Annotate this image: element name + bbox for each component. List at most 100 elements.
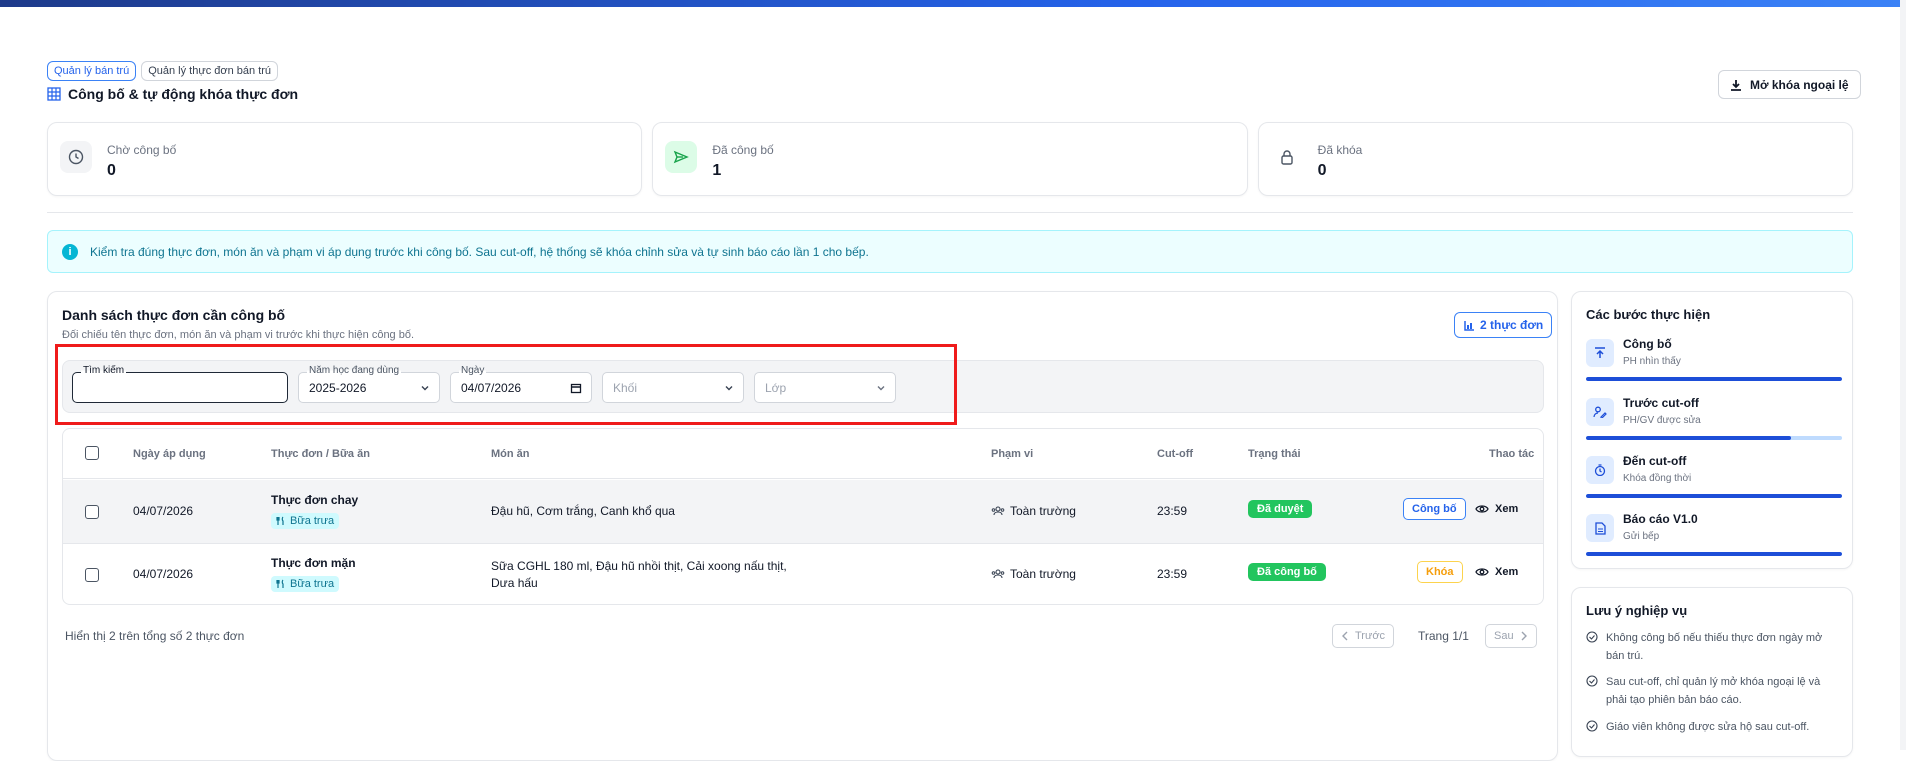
table-header: Ngày áp dụng Thực đơn / Bữa ăn Món ăn Ph… xyxy=(63,429,1543,479)
document-icon xyxy=(1586,514,1614,542)
table-row[interactable]: 04/07/2026 Thực đơn chay Bữa trưa Đậu hũ… xyxy=(63,480,1543,543)
column-header-cutoff[interactable]: Cut-off xyxy=(1157,448,1193,460)
step-name: Báo cáo V1.0 xyxy=(1623,512,1698,526)
row-actions: Công bố xyxy=(1403,498,1466,520)
row-checkbox[interactable] xyxy=(85,505,99,519)
row-cutoff: 23:59 xyxy=(1157,567,1188,581)
date-value: 04/07/2026 xyxy=(461,380,522,395)
clock-icon xyxy=(60,141,92,173)
upload-icon xyxy=(1586,339,1614,367)
divider xyxy=(47,212,1853,213)
steps-card: Các bước thực hiện Công bố PH nhìn thấy … xyxy=(1571,291,1853,569)
check-circle-icon xyxy=(1586,720,1598,732)
chart-icon xyxy=(1464,321,1474,331)
note-item: Sau cut-off, chỉ quản lý mở khóa ngoại l… xyxy=(1586,673,1842,709)
search-input[interactable]: Tìm kiếm xyxy=(72,365,288,403)
column-header-status[interactable]: Trạng thái xyxy=(1248,448,1301,460)
breadcrumb-item-menu[interactable]: Quản lý thực đơn bán trú xyxy=(141,61,279,81)
meal-label: Bữa trưa xyxy=(290,515,335,527)
notes-card: Lưu ý nghiệp vụ Không công bố nếu thiếu … xyxy=(1571,587,1853,757)
step-sub: PH nhìn thấy xyxy=(1623,356,1681,367)
row-menu-name: Thực đơn mặn xyxy=(271,556,356,570)
column-header-date[interactable]: Ngày áp dụng xyxy=(133,448,206,460)
next-page-label: Sau xyxy=(1494,630,1514,642)
pagination-summary: Hiển thị 2 trên tổng số 2 thực đơn xyxy=(65,629,245,643)
page-title: Công bố & tự động khóa thực đơn xyxy=(47,86,298,102)
alert-text: Kiểm tra đúng thực đơn, món ăn và phạm v… xyxy=(90,244,869,259)
row-date: 04/07/2026 xyxy=(133,567,194,581)
grade-select[interactable]: Khối xyxy=(602,372,744,403)
cutlery-icon xyxy=(276,516,284,525)
cutlery-icon xyxy=(276,579,284,588)
users-icon xyxy=(991,569,1005,579)
stat-label: Chờ công bố xyxy=(107,143,177,157)
view-label: Xem xyxy=(1495,566,1519,578)
page-title-text: Công bố & tự động khóa thực đơn xyxy=(68,86,299,102)
column-header-dishes[interactable]: Món ăn xyxy=(491,448,530,460)
row-checkbox[interactable] xyxy=(85,568,99,582)
steps-title: Các bước thực hiện xyxy=(1586,307,1711,322)
menu-count-button[interactable]: 2 thực đơn xyxy=(1454,312,1553,338)
row-cutoff: 23:59 xyxy=(1157,504,1188,518)
next-page-button[interactable]: Sau xyxy=(1485,624,1537,648)
page-indicator: Trang 1/1 xyxy=(1418,629,1469,643)
eye-icon xyxy=(1475,505,1489,513)
row-menu-cell: Thực đơn mặn Bữa trưa xyxy=(271,556,356,592)
meal-badge: Bữa trưa xyxy=(271,576,340,592)
stat-value: 1 xyxy=(712,162,722,179)
prev-page-button[interactable]: Trước xyxy=(1332,624,1395,648)
breadcrumb: Quản lý bán trú Quản lý thực đơn bán trú xyxy=(47,61,279,81)
step-name: Trước cut-off xyxy=(1623,396,1699,410)
table-row[interactable]: 04/07/2026 Thực đơn mặn Bữa trưa Sữa CGH… xyxy=(63,543,1543,604)
column-header-menu[interactable]: Thực đơn / Bữa ăn xyxy=(271,448,370,460)
chevron-down-icon xyxy=(877,386,885,391)
scrollbar[interactable] xyxy=(1900,0,1906,750)
row-dishes-line: Sữa CGHL 180 ml, Đậu hũ nhồi thịt, Cải x… xyxy=(491,559,787,573)
row-status: Đã công bố xyxy=(1248,563,1326,581)
chevron-right-icon xyxy=(1521,631,1527,641)
unlock-exception-label: Mở khóa ngoại lệ xyxy=(1750,77,1849,92)
date-input[interactable]: Ngày 04/07/2026 xyxy=(450,365,592,403)
user-edit-icon xyxy=(1586,398,1614,426)
unlock-exception-button[interactable]: Mở khóa ngoại lệ xyxy=(1718,70,1861,99)
class-select[interactable]: Lớp xyxy=(754,372,896,403)
step-sub: Khóa đồng thời xyxy=(1623,473,1692,484)
note-line: Không công bố nếu thiếu thực đơn ngày mở xyxy=(1606,632,1823,644)
lock-button[interactable]: Khóa xyxy=(1417,561,1463,583)
step-progress-fill xyxy=(1586,494,1842,498)
step-progress-fill xyxy=(1586,436,1791,440)
download-icon xyxy=(1731,79,1741,91)
stats-row: Chờ công bố 0 Đã công bố 1 Đã khóa 0 xyxy=(47,122,1853,196)
select-all-checkbox[interactable] xyxy=(85,446,99,460)
view-button[interactable]: Xem xyxy=(1475,566,1518,578)
row-status: Đã duyệt xyxy=(1248,500,1313,518)
step-progress xyxy=(1586,494,1842,498)
publish-button[interactable]: Công bố xyxy=(1403,498,1466,520)
status-badge: Đã duyệt xyxy=(1248,500,1313,518)
send-icon xyxy=(665,141,698,173)
school-year-label: Năm học đang dùng xyxy=(307,365,402,376)
breadcrumb-item-boarding[interactable]: Quản lý bán trú xyxy=(47,61,137,81)
note-line: Giáo viên không được sửa hộ sau cut-off. xyxy=(1606,721,1810,733)
stat-label: Đã khóa xyxy=(1317,143,1363,157)
row-scope: Toàn trường xyxy=(991,567,1076,581)
column-header-scope[interactable]: Phạm vi xyxy=(991,448,1033,460)
row-scope-label: Toàn trường xyxy=(1010,504,1076,518)
school-year-select[interactable]: Năm học đang dùng 2025-2026 xyxy=(298,365,440,403)
grade-placeholder: Khối xyxy=(613,380,638,395)
calendar-icon[interactable] xyxy=(570,382,582,394)
note-item: Giáo viên không được sửa hộ sau cut-off. xyxy=(1586,718,1842,736)
step-name: Đến cut-off xyxy=(1623,454,1687,468)
info-icon: i xyxy=(62,243,78,260)
note-line: Sau cut-off, chỉ quản lý mở khóa ngoại l… xyxy=(1606,676,1821,688)
eye-icon xyxy=(1475,568,1489,576)
step-item: Trước cut-off PH/GV được sửa xyxy=(1586,396,1842,448)
note-line: bán trú. xyxy=(1606,650,1644,662)
row-actions: Khóa xyxy=(1417,561,1463,583)
step-item: Công bố PH nhìn thấy xyxy=(1586,337,1842,389)
view-button[interactable]: Xem xyxy=(1475,503,1518,515)
note-line: phải tạo phiên bản báo cáo. xyxy=(1606,694,1742,706)
class-placeholder: Lớp xyxy=(765,380,787,395)
row-date: 04/07/2026 xyxy=(133,504,194,518)
stat-value: 0 xyxy=(1317,162,1327,179)
